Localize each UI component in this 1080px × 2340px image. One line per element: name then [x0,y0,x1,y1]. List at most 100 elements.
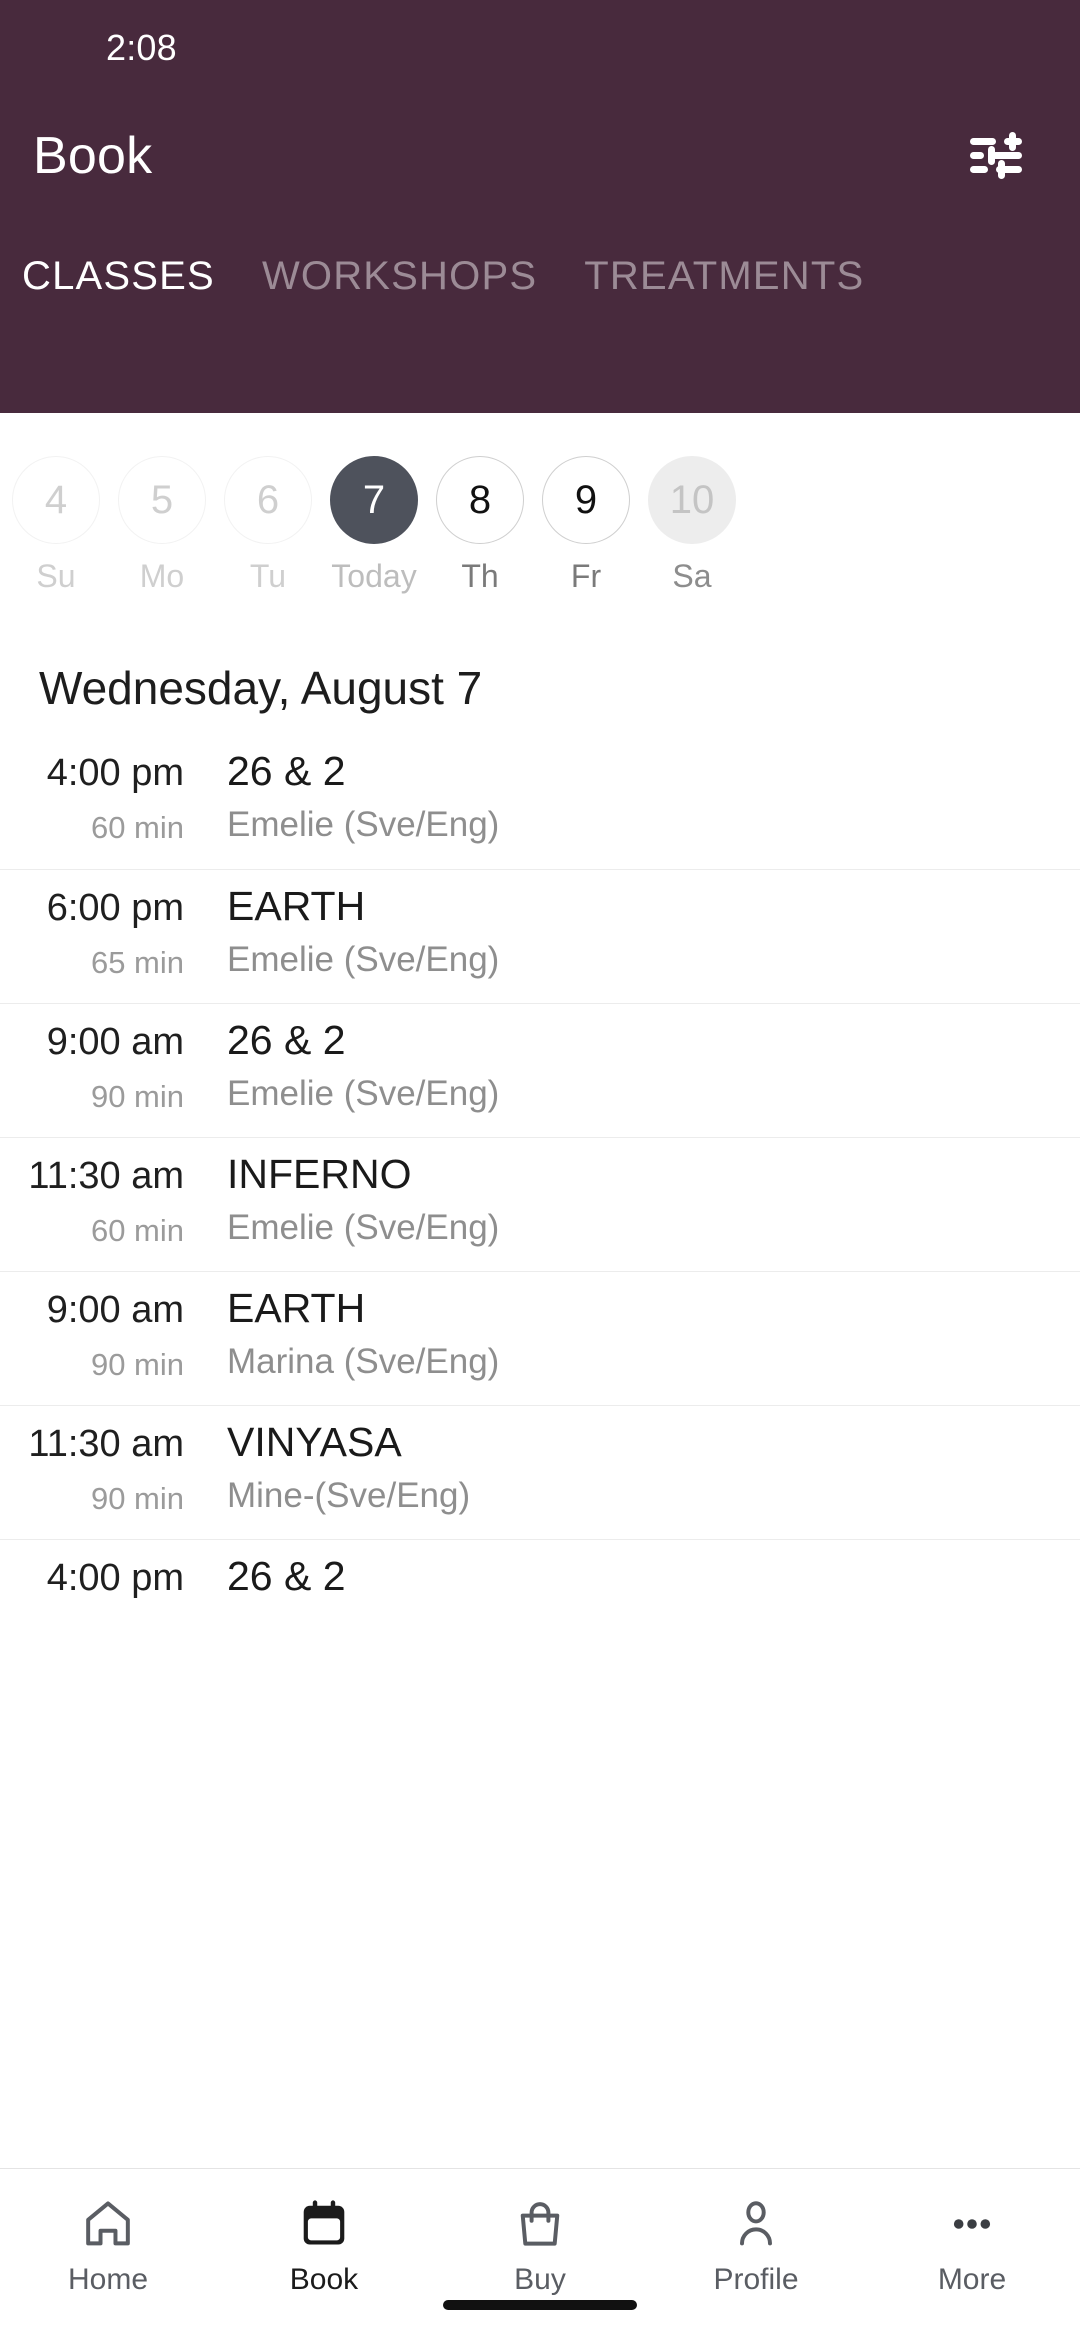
nav-label: Book [289,2263,359,2296]
class-teacher: Marina (Sve/Eng) [227,1342,500,1382]
nav-label: More [937,2263,1007,2296]
person-icon [728,2193,784,2255]
calendar-icon [296,2193,352,2255]
class-duration: 60 min [90,810,184,845]
nav-item-home[interactable]: Home [0,2193,216,2297]
nav-item-book[interactable]: Book [216,2193,432,2297]
dots-icon [944,2193,1000,2255]
tab-classes[interactable]: CLASSES [22,254,215,299]
date-chip-9[interactable]: 9 Fr [534,456,638,595]
nav-label: Home [67,2263,149,2296]
class-name: VINYASA [227,1419,402,1465]
class-duration: 90 min [90,1347,184,1382]
date-chip-weekday: Su [36,558,76,594]
app-bar: Book [0,96,1080,216]
class-row[interactable]: 11:30 am 90 min VINYASA Mine-(Sve/Eng) [0,1405,1080,1539]
class-name: 26 & 2 [227,748,346,794]
date-chip-4[interactable]: 4 Su [4,456,108,595]
class-info-column: EARTH Emelie (Sve/Eng) [184,870,1080,980]
app-header: 2:08 Book CLASSES WORKSHOPS TREATMENTS [0,0,1080,413]
date-chip-weekday: Mo [139,558,185,594]
class-teacher: Emelie (Sve/Eng) [227,1208,500,1248]
class-list[interactable]: 4:00 pm 60 min 26 & 2 Emelie (Sve/Eng) 6… [0,735,1080,2168]
class-time-column: 9:00 am 90 min [0,1272,184,1380]
class-time: 9:00 am [46,1289,184,1331]
date-chip-weekday: Fr [570,558,602,594]
class-row-partial[interactable]: 4:00 pm 26 & 2 [0,1539,1080,1673]
date-chip-weekday: Sa [672,558,712,594]
date-chip-number: 4 [12,456,100,544]
date-chip-5[interactable]: 5 Mo [110,456,214,595]
class-duration: 90 min [90,1481,184,1516]
class-row[interactable]: 4:00 pm 60 min 26 & 2 Emelie (Sve/Eng) [0,735,1080,869]
class-info-column: VINYASA Mine-(Sve/Eng) [184,1406,1080,1516]
class-name: INFERNO [227,1151,412,1197]
date-chip-number: 10 [648,456,736,544]
date-chip-6[interactable]: 6 Tu [216,456,320,595]
nav-item-more[interactable]: More [864,2193,1080,2297]
class-time: 11:30 am [28,1423,184,1465]
class-time: 9:00 am [46,1021,184,1063]
class-teacher: Emelie (Sve/Eng) [227,940,500,980]
date-chip-number: 5 [118,456,206,544]
class-row[interactable]: 6:00 pm 65 min EARTH Emelie (Sve/Eng) [0,869,1080,1003]
nav-label: Profile [713,2263,799,2296]
section-tabs: CLASSES WORKSHOPS TREATMENTS [0,216,1080,299]
class-row[interactable]: 9:00 am 90 min 26 & 2 Emelie (Sve/Eng) [0,1003,1080,1137]
class-name: 26 & 2 [227,1553,346,1599]
nav-label: Buy [514,2263,566,2296]
class-teacher: Emelie (Sve/Eng) [227,805,500,845]
class-row[interactable]: 9:00 am 90 min EARTH Marina (Sve/Eng) [0,1271,1080,1405]
class-name: 26 & 2 [227,1017,346,1063]
class-teacher: Emelie (Sve/Eng) [227,1074,500,1114]
class-info-column: EARTH Marina (Sve/Eng) [184,1272,1080,1382]
bag-icon [512,2193,568,2255]
date-selector[interactable]: 4 Su 5 Mo 6 Tu 7 Today 8 Th 9 Fr 10 Sa [0,413,1080,619]
class-time: 4:00 pm [46,1557,184,1599]
filter-button[interactable] [960,120,1032,192]
nav-item-buy[interactable]: Buy [432,2193,648,2297]
class-row[interactable]: 11:30 am 60 min INFERNO Emelie (Sve/Eng) [0,1137,1080,1271]
class-duration: 65 min [90,945,184,980]
class-info-column: 26 & 2 Emelie (Sve/Eng) [184,735,1080,845]
tune-icon [968,132,1024,180]
class-name: EARTH [227,1285,366,1331]
class-info-column: 26 & 2 [184,1540,1080,1611]
page-title: Book [33,127,153,185]
class-time-column: 11:30 am 60 min [0,1138,184,1246]
class-duration: 60 min [90,1213,184,1248]
nav-item-profile[interactable]: Profile [648,2193,864,2297]
app-screen: 2:08 Book CLASSES WORKSHOPS TREATMENTS 4… [0,0,1080,2340]
date-chip-number: 6 [224,456,312,544]
class-time-column: 4:00 pm 60 min [0,735,184,843]
class-time-column: 6:00 pm 65 min [0,870,184,978]
date-chip-number: 9 [542,456,630,544]
date-chip-weekday: Tu [249,558,287,594]
class-info-column: 26 & 2 Emelie (Sve/Eng) [184,1004,1080,1114]
bottom-navigation: Home Book Buy Profile More [0,2168,1080,2340]
date-chip-weekday: Th [461,558,499,594]
date-chip-number: 8 [436,456,524,544]
class-time: 4:00 pm [46,752,184,794]
date-chip-weekday: Today [331,558,417,594]
date-chip-number: 7 [330,456,418,544]
tab-workshops[interactable]: WORKSHOPS [262,254,537,299]
home-indicator [443,2300,637,2310]
home-icon [80,2193,136,2255]
date-chip-7-today-selected[interactable]: 7 Today [322,456,426,595]
tab-treatments[interactable]: TREATMENTS [584,254,864,299]
class-teacher: Mine-(Sve/Eng) [227,1476,471,1516]
class-time-column: 11:30 am 90 min [0,1406,184,1514]
status-bar: 2:08 [0,0,1080,96]
date-chip-10[interactable]: 10 Sa [640,456,744,595]
date-chip-8[interactable]: 8 Th [428,456,532,595]
class-time: 6:00 pm [46,887,184,929]
day-heading: Wednesday, August 7 [39,662,483,714]
status-time: 2:08 [106,27,177,68]
class-info-column: INFERNO Emelie (Sve/Eng) [184,1138,1080,1248]
class-duration: 90 min [90,1079,184,1114]
class-name: EARTH [227,883,366,929]
class-time: 11:30 am [28,1155,184,1197]
class-time-column: 4:00 pm [0,1540,184,1617]
class-time-column: 9:00 am 90 min [0,1004,184,1112]
